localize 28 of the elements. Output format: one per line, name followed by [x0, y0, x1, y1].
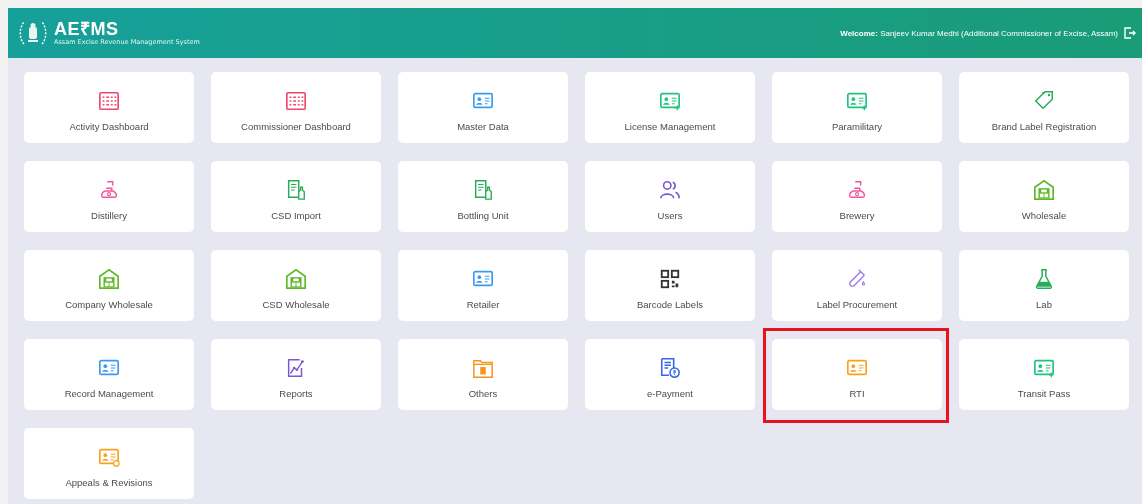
module-tile[interactable]: Brand Label Registration — [959, 72, 1129, 143]
module-tile[interactable]: Barcode Labels — [585, 250, 755, 321]
module-tile[interactable]: Appeals & Revisions — [24, 428, 194, 499]
module-tile[interactable]: Reports — [211, 339, 381, 410]
module-tile[interactable]: Record Management — [24, 339, 194, 410]
logo-text: AE₹MS — [54, 20, 120, 38]
module-tile[interactable]: Label Procurement — [772, 250, 942, 321]
module-tile[interactable]: Master Data — [398, 72, 568, 143]
module-tile[interactable]: Company Wholesale — [24, 250, 194, 321]
module-tile[interactable]: CSD Import — [211, 161, 381, 232]
module-tile[interactable]: Commissioner Dashboard — [211, 72, 381, 143]
module-tile[interactable]: Transit Pass — [959, 339, 1129, 410]
module-tile[interactable]: Paramilitary — [772, 72, 942, 143]
module-tile[interactable]: License Management — [585, 72, 755, 143]
module-tile[interactable]: Brewery — [772, 161, 942, 232]
module-tile[interactable]: Retailer — [398, 250, 568, 321]
module-tile[interactable]: CSD Wholesale — [211, 250, 381, 321]
module-tile[interactable]: e-Payment — [585, 339, 755, 410]
module-tile[interactable]: Lab — [959, 250, 1129, 321]
module-tile[interactable]: Others — [398, 339, 568, 410]
module-tile[interactable]: Wholesale — [959, 161, 1129, 232]
welcome-text: Welcome: Sanjeev Kumar Medhi (Additional Commissioner of Excise, Assam) — [840, 28, 1118, 38]
logout-icon[interactable] — [1124, 27, 1136, 39]
module-tile[interactable]: RTI — [772, 339, 942, 410]
module-tile[interactable]: Users — [585, 161, 755, 232]
module-tile[interactable]: Distillery — [24, 161, 194, 232]
module-tile[interactable]: Bottling Unit — [398, 161, 568, 232]
module-tile[interactable]: Activity Dashboard — [24, 72, 194, 143]
